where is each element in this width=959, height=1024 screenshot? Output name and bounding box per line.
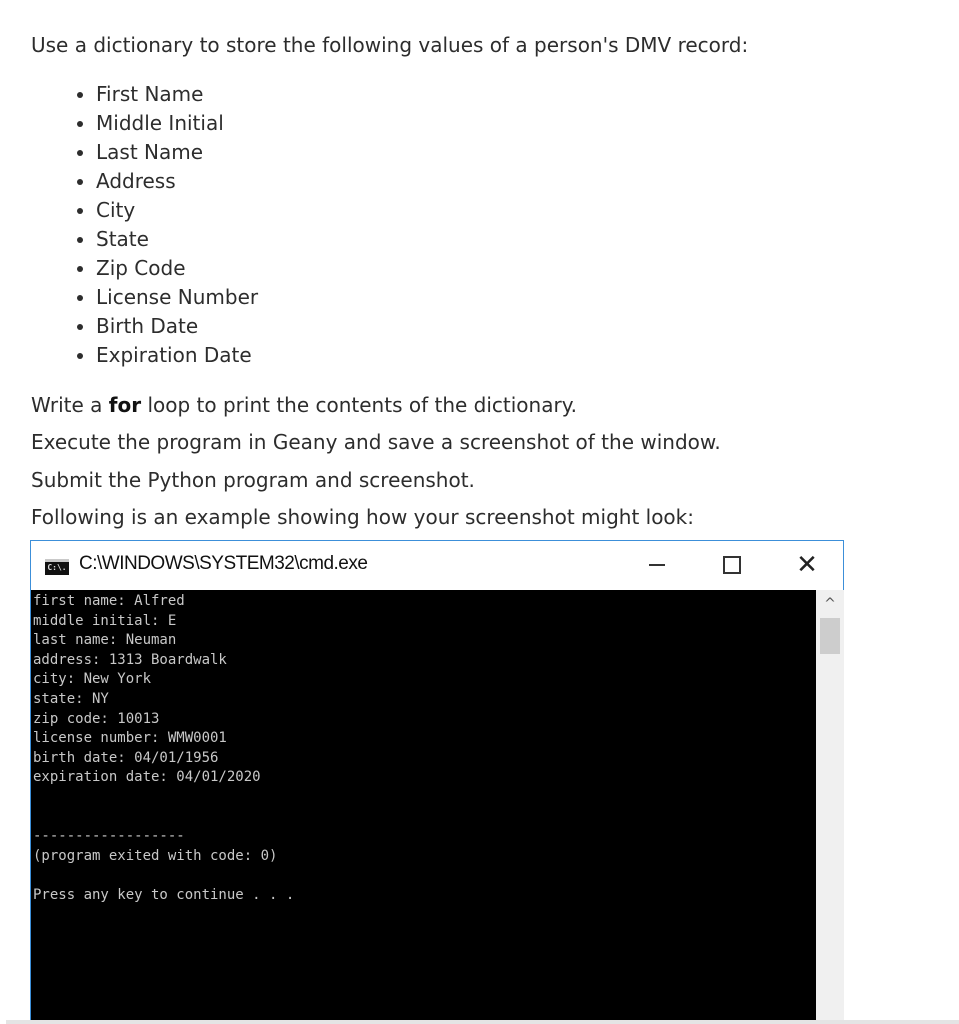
console-line: birth date: 04/01/1956 — [33, 749, 219, 766]
console-line: zip code: 10013 — [33, 710, 160, 727]
console-output: first name: Alfred middle initial: E last … — [31, 590, 816, 1024]
intro-text: Use a dictionary to store the following … — [31, 33, 749, 57]
list-item: License Number — [96, 283, 258, 312]
vertical-scrollbar[interactable]: ^ — [816, 590, 844, 1024]
list-item: Last Name — [96, 138, 258, 167]
list-item: State — [96, 225, 258, 254]
cmd-window-screenshot: C:\. C:\WINDOWS\SYSTEM32\cmd.exe ✕ first… — [30, 540, 844, 1024]
page-bottom-divider — [6, 1020, 959, 1024]
title-bar: C:\. C:\WINDOWS\SYSTEM32\cmd.exe ✕ — [31, 541, 843, 589]
list-item: Birth Date — [96, 312, 258, 341]
scroll-thumb[interactable] — [820, 618, 840, 654]
list-item: First Name — [96, 80, 258, 109]
close-icon: ✕ — [796, 550, 818, 580]
maximize-button[interactable] — [704, 547, 760, 583]
list-item: City — [96, 196, 258, 225]
list-item: Expiration Date — [96, 341, 258, 370]
loop-keyword: for — [108, 393, 142, 417]
submit-instruction: Submit the Python program and screenshot… — [31, 468, 475, 492]
close-button[interactable]: ✕ — [779, 547, 835, 583]
minimize-icon — [649, 564, 665, 566]
field-list: First Name Middle Initial Last Name Addr… — [56, 80, 258, 370]
console-line: state: NY — [33, 690, 109, 707]
console-line: address: 1313 Boardwalk — [33, 651, 227, 668]
console-line: last name: Neuman — [33, 632, 177, 649]
list-item: Zip Code — [96, 254, 258, 283]
console-line: middle initial: E — [33, 612, 177, 629]
console-line: (program exited with code: 0) — [33, 847, 278, 864]
loop-suffix: loop to print the contents of the dictio… — [141, 393, 578, 417]
window-title: C:\WINDOWS\SYSTEM32\cmd.exe — [79, 553, 368, 574]
console-line: Press any key to continue . . . — [33, 886, 295, 903]
cmd-icon: C:\. — [45, 559, 69, 575]
list-item: Middle Initial — [96, 109, 258, 138]
console-line: expiration date: 04/01/2020 — [33, 769, 261, 786]
example-instruction: Following is an example showing how your… — [31, 505, 694, 529]
execute-instruction: Execute the program in Geany and save a … — [31, 430, 721, 454]
console-line: license number: WMW0001 — [33, 730, 227, 747]
loop-instruction: Write a for loop to print the contents o… — [31, 391, 577, 419]
console-line: ------------------ — [33, 828, 185, 845]
list-item: Address — [96, 167, 258, 196]
console-line: city: New York — [33, 671, 152, 688]
scroll-up-icon[interactable]: ^ — [816, 592, 844, 616]
loop-prefix: Write a — [31, 393, 109, 417]
maximize-icon — [723, 556, 741, 574]
minimize-button[interactable] — [629, 547, 685, 583]
console-line: first name: Alfred — [33, 593, 185, 609]
